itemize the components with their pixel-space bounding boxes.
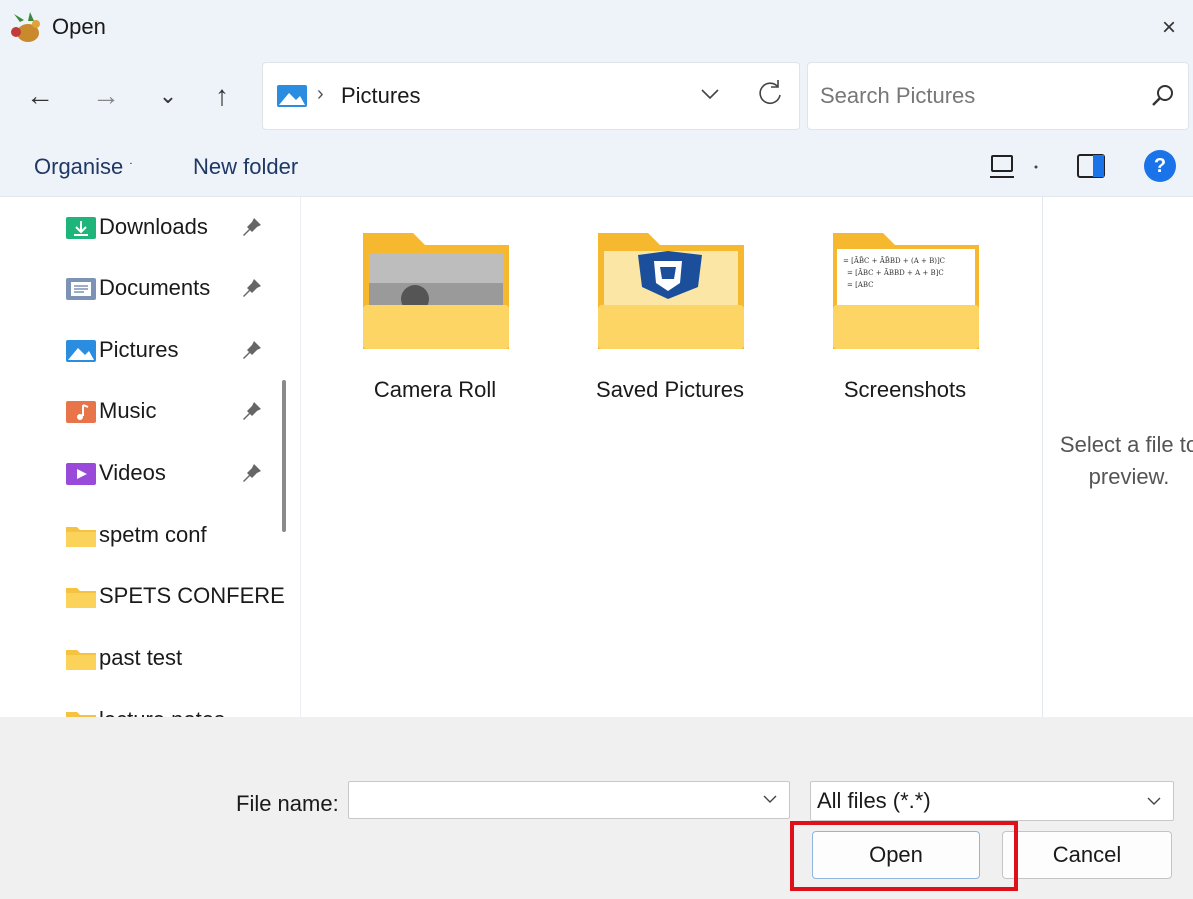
close-button[interactable]: ×: [1145, 4, 1193, 52]
app-icon: [11, 12, 40, 42]
address-bar[interactable]: › Pictures: [262, 62, 800, 130]
downloads-icon: [66, 217, 96, 239]
preview-line-1: Select a file to: [1059, 432, 1193, 457]
pin-icon[interactable]: [240, 338, 264, 362]
chevron-down-icon[interactable]: [761, 790, 779, 808]
sidebar-item-documents[interactable]: Documents: [66, 270, 286, 306]
folder-icon: [66, 527, 96, 547]
search-icon[interactable]: [1148, 81, 1178, 111]
file-name-input[interactable]: [355, 786, 749, 816]
recent-locations-button[interactable]: ⌄: [150, 78, 186, 114]
sidebar-item-downloads[interactable]: Downloads: [66, 209, 286, 245]
chevron-down-icon[interactable]: [1145, 792, 1163, 810]
breadcrumb-separator: ›: [317, 83, 324, 105]
pin-icon[interactable]: [240, 399, 264, 423]
sidebar-item-pictures[interactable]: Pictures: [66, 332, 286, 368]
file-name-label: File name:: [236, 791, 339, 816]
music-icon: [66, 401, 96, 423]
preview-pane-icon[interactable]: [1074, 150, 1110, 184]
pin-icon[interactable]: [240, 215, 264, 239]
documents-icon: [66, 278, 96, 300]
change-view-icon[interactable]: [988, 150, 1044, 184]
sidebar-item-label: past test: [99, 645, 183, 670]
up-button[interactable]: ↑: [204, 78, 240, 114]
videos-icon: [66, 463, 96, 485]
organise-label: Organise: [34, 154, 124, 179]
sidebar-item-past-test[interactable]: past test: [66, 640, 286, 676]
file-type-select[interactable]: All files (*.*): [810, 781, 1174, 821]
folder-icon: [598, 233, 744, 349]
preview-message: Select a file to preview.: [1043, 429, 1193, 493]
folder-label: Saved Pictures: [596, 377, 744, 402]
sidebar-item-spets-conference[interactable]: SPETS CONFERENCE: [66, 578, 286, 614]
folder-icon: [363, 233, 509, 349]
screenshot-thumb-line: = [ĀB̄C + ĀB̄BD + (A + B)]C: [843, 256, 945, 265]
folder-label: Camera Roll: [373, 377, 497, 402]
screenshot-thumb-line: = [ABC: [847, 281, 874, 289]
chevron-down-icon[interactable]: [695, 79, 725, 109]
folder-icon: [66, 588, 96, 608]
sidebar-item-lecture-notes[interactable]: lecture notes: [66, 702, 286, 717]
screenshot-thumb-line: = [ĀBC + ĀBBD + A + B]C: [847, 268, 944, 277]
file-name-combobox[interactable]: [348, 781, 790, 819]
file-type-selected: All files (*.*): [817, 788, 931, 813]
folder-camera-roll[interactable]: Camera Roll: [325, 227, 545, 417]
help-button[interactable]: ?: [1144, 150, 1176, 182]
folder-label: Screenshots: [843, 377, 967, 402]
search-input[interactable]: [818, 79, 1142, 113]
sidebar-scrollbar[interactable]: [282, 380, 286, 532]
sidebar-item-videos[interactable]: Videos: [66, 455, 286, 491]
pictures-icon: [66, 340, 96, 362]
sidebar-item-music[interactable]: Music: [66, 393, 286, 429]
sidebar-item-label: spetm conf: [99, 522, 207, 547]
window-title: Open: [52, 14, 106, 39]
back-button[interactable]: ←: [22, 78, 58, 114]
preview-pane: Select a file to preview.: [1042, 197, 1193, 717]
forward-button[interactable]: →: [88, 78, 124, 114]
folder-icon: = [ĀB̄C + ĀB̄BD + (A + B)]C = [ĀBC + ĀBB…: [833, 233, 979, 349]
breadcrumb-pictures[interactable]: Pictures: [341, 83, 420, 109]
dialog-footer: File name: All files (*.*) Open Cancel: [0, 717, 1193, 899]
highlight-box: [790, 821, 1018, 891]
folder-saved-pictures[interactable]: Saved Pictures: [560, 227, 780, 417]
organise-button[interactable]: Organise ˙: [34, 154, 134, 180]
search-box[interactable]: [807, 62, 1189, 130]
folder-icon: [66, 650, 96, 670]
sidebar-item-label: lecture notes: [99, 707, 285, 717]
sidebar-item-label: SPETS CONFERENCE: [99, 583, 285, 608]
cancel-button[interactable]: Cancel: [1002, 831, 1172, 879]
navigation-bar: ← → ⌄ ↑ › Pictures: [0, 56, 1193, 136]
preview-line-2: preview.: [1088, 464, 1170, 489]
refresh-icon[interactable]: [755, 77, 785, 109]
file-list: Camera Roll Saved Pictures = [ĀB̄C + ĀB̄…: [302, 197, 1042, 717]
title-bar: Open ×: [0, 0, 1193, 56]
folder-icon: [66, 712, 96, 717]
command-bar: Organise ˙ New folder ?: [0, 136, 1193, 197]
pin-icon[interactable]: [240, 276, 264, 300]
folder-screenshots[interactable]: = [ĀB̄C + ĀB̄BD + (A + B)]C = [ĀBC + ĀBB…: [795, 227, 1015, 417]
navigation-pane: Downloads Documents Pictures Music Video…: [0, 197, 301, 717]
pin-icon[interactable]: [240, 461, 264, 485]
organise-caret: ˙: [129, 160, 134, 177]
new-folder-button[interactable]: New folder: [193, 154, 298, 180]
pictures-icon: [277, 85, 307, 107]
sidebar-item-spetm-conf[interactable]: spetm conf: [66, 517, 286, 553]
